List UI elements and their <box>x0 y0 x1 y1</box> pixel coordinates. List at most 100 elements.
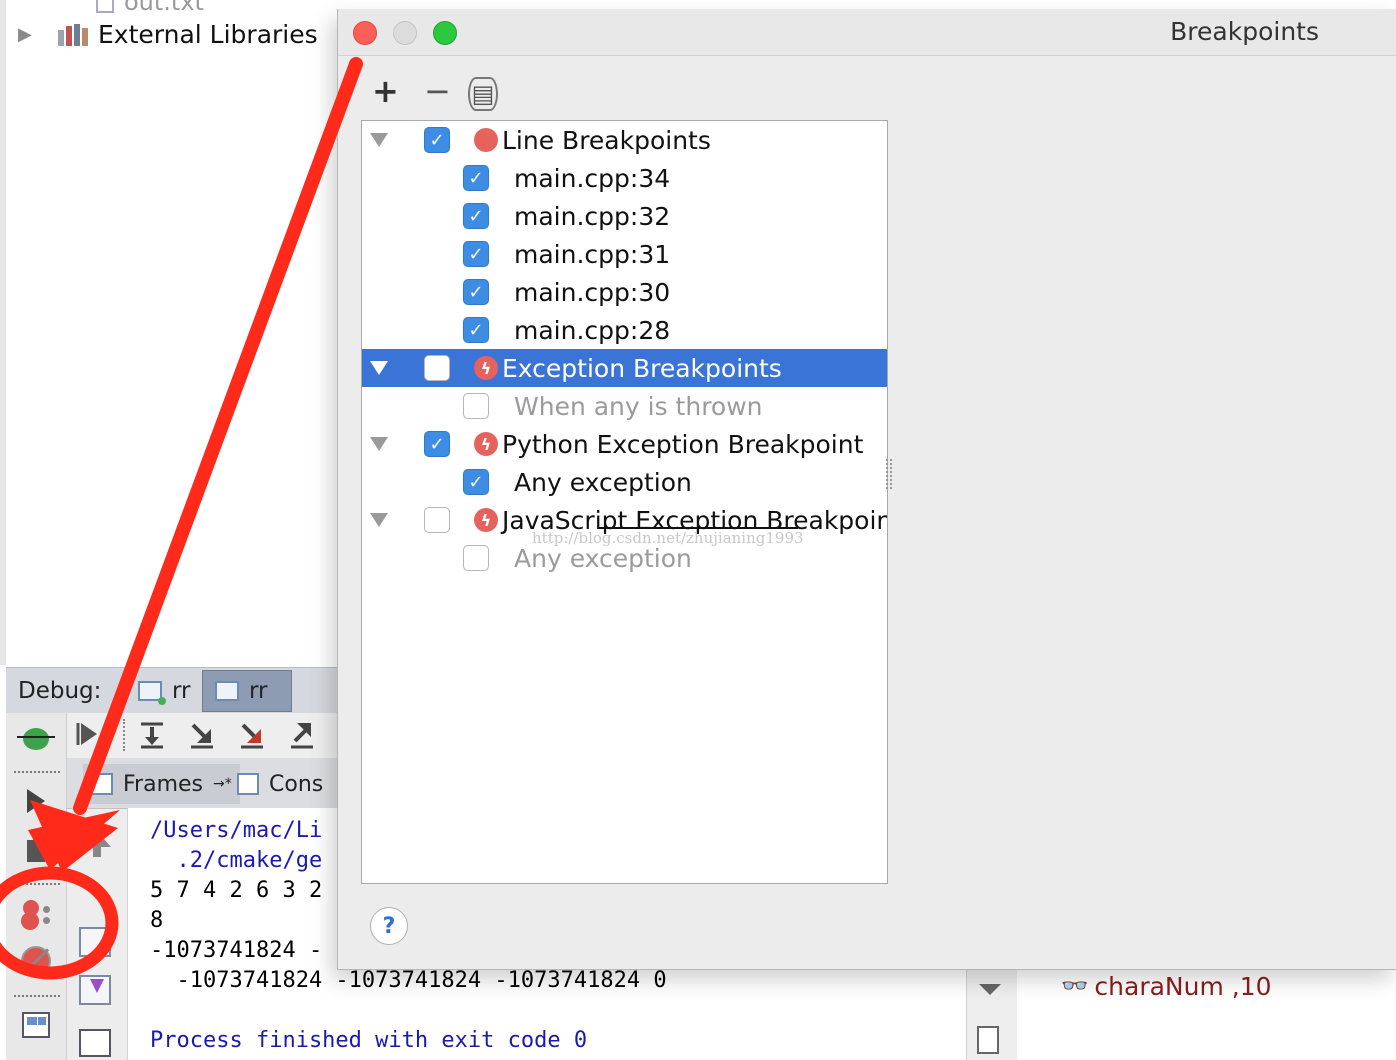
variables-toolbar <box>966 970 1018 1060</box>
resume-icon <box>27 789 45 813</box>
force-step-into-icon[interactable] <box>237 719 267 749</box>
console-line: -1073741824 -1073741824 -1073741824 0 <box>150 968 667 993</box>
tab-frames-pin[interactable]: →* <box>213 776 232 792</box>
toolbar-separator <box>14 883 60 885</box>
console-line: 8 <box>150 908 164 933</box>
bp-item-checkbox[interactable]: ✓ <box>463 203 489 229</box>
exception-breakpoint-icon: ϟ <box>474 432 498 456</box>
bp-item-label: When any is thrown <box>514 391 763 421</box>
console-icon <box>237 773 259 795</box>
tree-item-external-libraries[interactable]: ▶ External Libraries <box>18 20 318 49</box>
exception-breakpoint-icon: ϟ <box>474 356 498 380</box>
tree-file-out-txt[interactable]: out.txt <box>96 0 204 16</box>
zoom-window-button[interactable] <box>433 21 457 45</box>
tab-frames-label: Frames <box>123 771 204 797</box>
variables-panel: 👓 charaNum ,10 <box>1017 970 1396 1060</box>
step-out-icon[interactable] <box>287 719 317 749</box>
copy-icon[interactable] <box>977 1026 999 1054</box>
mute-breakpoints-icon <box>21 946 51 976</box>
stop-button[interactable] <box>20 835 52 867</box>
resume-button[interactable] <box>20 785 52 817</box>
expand-triangle-icon[interactable] <box>370 361 388 375</box>
toolbar-separator <box>123 719 125 751</box>
bp-item[interactable]: ✓ main.cpp:28 <box>362 311 887 349</box>
stop-icon <box>27 840 45 862</box>
splitter-grip[interactable] <box>886 459 892 489</box>
bp-group-checkbox[interactable]: ✓ <box>424 431 450 457</box>
add-breakpoint-button[interactable]: + <box>372 75 399 107</box>
bp-item[interactable]: ✓ main.cpp:30 <box>362 273 887 311</box>
bp-item[interactable]: ✓ main.cpp:32 <box>362 197 887 235</box>
bp-item-checkbox[interactable]: ✓ <box>463 317 489 343</box>
bp-group-label: Line Breakpoints <box>502 125 711 155</box>
view-breakpoints-button[interactable] <box>20 899 52 931</box>
tree-item-label: External Libraries <box>98 20 318 49</box>
expand-triangle-icon[interactable] <box>370 513 388 527</box>
bp-item[interactable]: ✓ main.cpp:34 <box>362 159 887 197</box>
debug-content-tabs: Frames →* Cons <box>67 758 337 809</box>
bp-group-checkbox[interactable] <box>424 355 450 381</box>
bp-group-checkbox[interactable]: ✓ <box>424 127 450 153</box>
scroll-to-end-icon[interactable] <box>79 975 111 1005</box>
console-line: -1073741824 - <box>150 938 323 963</box>
dialog-titlebar: Breakpoints <box>338 9 1396 56</box>
line-breakpoint-icon <box>474 128 498 152</box>
debug-tab-rr-1[interactable]: rr <box>126 670 203 712</box>
remove-breakpoint-button[interactable]: − <box>424 75 451 107</box>
debug-tab-label: rr <box>172 678 191 704</box>
show-execution-point-icon[interactable] <box>75 719 105 749</box>
bp-item-checkbox[interactable]: ✓ <box>463 279 489 305</box>
expand-arrow-icon[interactable]: ▶ <box>18 24 58 45</box>
view-breakpoints-icon <box>21 900 51 930</box>
bp-item-checkbox[interactable]: ✓ <box>463 469 489 495</box>
expand-triangle-icon[interactable] <box>370 133 388 147</box>
step-into-icon[interactable] <box>187 719 217 749</box>
bp-group-line[interactable]: ✓ Line Breakpoints <box>362 121 887 159</box>
watch-item[interactable]: 👓 charaNum ,10 <box>1061 972 1272 1001</box>
bp-item-checkbox[interactable]: ✓ <box>463 165 489 191</box>
stepping-toolbar <box>67 713 337 759</box>
bp-item-checkbox[interactable]: ✓ <box>463 241 489 267</box>
text-file-icon <box>96 0 114 13</box>
breakpoints-tree: ✓ Line Breakpoints ✓ main.cpp:34 ✓ main.… <box>361 120 888 884</box>
bp-item[interactable]: ✓ main.cpp:31 <box>362 235 887 273</box>
bp-item-label: main.cpp:28 <box>514 315 671 345</box>
restore-layout-button[interactable] <box>20 1009 52 1041</box>
layout-icon <box>22 1012 50 1038</box>
bp-item-label: Any exception <box>514 467 692 497</box>
bp-group-python-exception[interactable]: ✓ ϟ Python Exception Breakpoint <box>362 425 887 463</box>
rerun-debug-button[interactable] <box>17 723 55 755</box>
bp-group-label: Exception Breakpoints <box>502 353 782 383</box>
bp-item[interactable]: ✓ Any exception <box>362 463 887 501</box>
bp-group-checkbox[interactable] <box>424 507 450 533</box>
bp-item-checkbox[interactable] <box>463 393 489 419</box>
step-over-icon[interactable] <box>137 719 167 749</box>
bp-item-label: main.cpp:31 <box>514 239 671 269</box>
help-button[interactable]: ? <box>370 907 408 945</box>
bp-item-label: Any exception <box>514 543 692 573</box>
tab-console-label: Cons <box>269 771 324 797</box>
expand-triangle-icon[interactable] <box>370 437 388 451</box>
scroll-up-icon[interactable] <box>83 831 111 857</box>
soft-wrap-icon[interactable] <box>79 927 111 957</box>
debug-tab-rr-2[interactable]: rr <box>202 670 292 712</box>
group-by-file-button[interactable]: ▤ <box>468 77 498 111</box>
bp-item-label: main.cpp:30 <box>514 277 671 307</box>
minimize-window-button[interactable] <box>393 21 417 45</box>
chevron-down-icon[interactable] <box>979 984 1001 995</box>
mute-breakpoints-button[interactable] <box>20 945 52 977</box>
close-window-button[interactable] <box>353 21 377 45</box>
watch-item-label: charaNum ,10 <box>1094 972 1272 1001</box>
tab-frames[interactable]: Frames →* <box>83 764 240 804</box>
exception-breakpoint-icon: ϟ <box>474 508 498 532</box>
bp-item[interactable]: Any exception <box>362 539 887 577</box>
console-line: /Users/mac/Li <box>150 818 323 843</box>
bp-item-label: main.cpp:32 <box>514 201 671 231</box>
tab-console[interactable]: Cons <box>237 764 323 804</box>
bug-icon <box>17 728 55 750</box>
bp-group-label: Python Exception Breakpoint <box>502 429 864 459</box>
print-icon[interactable] <box>79 1029 111 1057</box>
bp-item[interactable]: When any is thrown <box>362 387 887 425</box>
bp-item-checkbox[interactable] <box>463 545 489 571</box>
bp-group-exception[interactable]: ϟ Exception Breakpoints <box>362 349 887 387</box>
